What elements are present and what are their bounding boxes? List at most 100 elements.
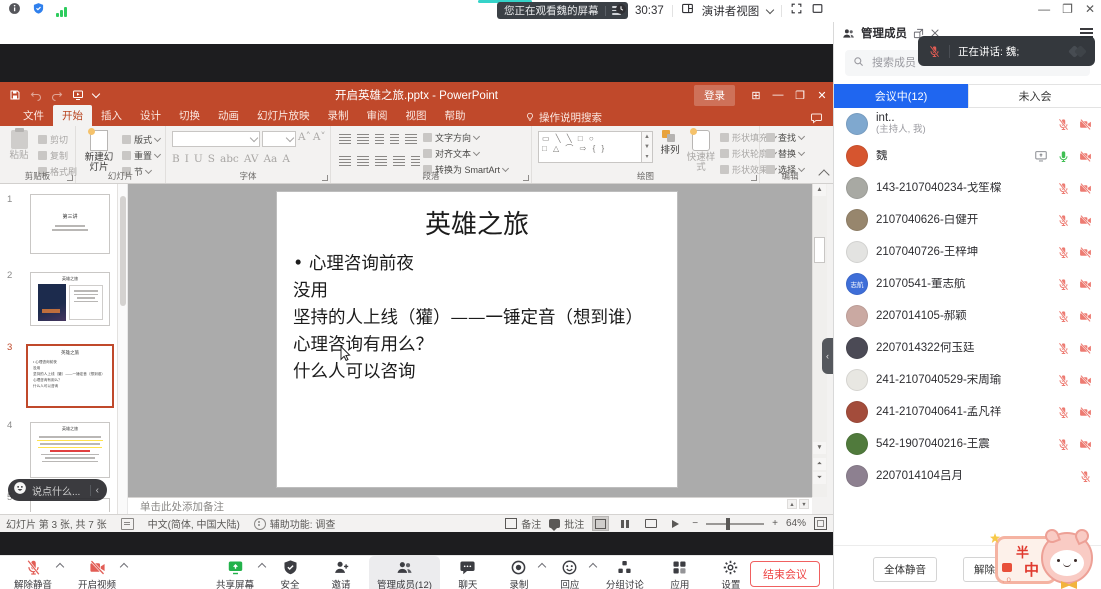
member-row[interactable]: 241-2107040529-宋周瑜: [834, 364, 1101, 396]
member-row[interactable]: 志航 21070541-董志航: [834, 268, 1101, 300]
chevron-up-icon[interactable]: [589, 563, 597, 571]
ribbon-button[interactable]: 版式: [122, 133, 160, 146]
toolbar-button[interactable]: 设置: [708, 556, 754, 589]
redo-icon[interactable]: [51, 89, 63, 101]
ribbon-button[interactable]: 对齐文本: [423, 147, 508, 160]
tab-in-meeting[interactable]: 会议中(12): [834, 84, 968, 108]
camera-off-icon[interactable]: [1079, 118, 1092, 131]
font-style-button[interactable]: S: [208, 153, 215, 165]
zoom-in-button[interactable]: +: [772, 518, 778, 529]
slide-thumbnail-4[interactable]: 英雄之旅: [30, 422, 110, 478]
mic-icon[interactable]: [1057, 118, 1070, 131]
member-row[interactable]: 魏: [834, 140, 1101, 172]
toolbar-button[interactable]: 开启视频: [70, 556, 124, 589]
ppt-menu-tab[interactable]: 帮助: [436, 105, 475, 126]
end-meeting-button[interactable]: 结束会议: [750, 561, 820, 587]
font-style-button[interactable]: U: [194, 153, 203, 165]
font-style-button[interactable]: abc: [220, 153, 239, 165]
ribbon-button[interactable]: 查找: [766, 131, 804, 144]
panel-collapse-handle[interactable]: ‹: [822, 338, 833, 374]
camera-off-icon[interactable]: [1079, 310, 1092, 323]
font-size-select[interactable]: [262, 131, 296, 147]
toolbar-button[interactable]: 安全: [267, 556, 313, 589]
mic-icon[interactable]: [1079, 470, 1092, 483]
zoom-out-button[interactable]: −: [692, 518, 698, 529]
mic-icon[interactable]: [1057, 310, 1070, 323]
ppt-close-button[interactable]: ✕: [811, 82, 833, 108]
ribbon-button[interactable]: 剪切: [38, 133, 77, 146]
new-slide-button[interactable]: 新建幻灯片: [80, 130, 118, 173]
font-style-button[interactable]: B: [172, 153, 180, 165]
ribbon-button[interactable]: 替换: [766, 147, 804, 160]
toolbar-button[interactable]: 回应: [547, 556, 593, 589]
normal-view-button[interactable]: [592, 516, 609, 531]
minimize-button[interactable]: —: [1038, 2, 1050, 16]
alignment-buttons[interactable]: [339, 156, 420, 166]
toolbar-button[interactable]: 录制: [496, 556, 542, 589]
toolbar-button[interactable]: 分组讨论: [598, 556, 652, 589]
restore-button[interactable]: ❐: [1062, 2, 1073, 16]
chevron-up-icon[interactable]: [538, 563, 546, 571]
font-style-button[interactable]: I: [185, 153, 189, 165]
slide-thumbnail-3-selected[interactable]: 英雄之旅 • 心理咨询前夜没用坚持的人上线（獾）——一锤定音（想到谁）心理咨询有…: [26, 344, 114, 408]
toolbar-button[interactable]: 管理成员(12): [369, 556, 440, 589]
chevron-up-icon[interactable]: [56, 563, 64, 571]
mic-icon[interactable]: [1057, 278, 1070, 291]
fit-slide-icon[interactable]: [814, 517, 827, 530]
ribbon-display-icon[interactable]: ⊞: [745, 82, 767, 108]
zoom-slider-thumb[interactable]: [726, 518, 730, 530]
font-style-button[interactable]: AV: [244, 153, 259, 165]
mic-icon[interactable]: [1057, 342, 1070, 355]
zoom-level[interactable]: 64%: [786, 518, 806, 529]
emoji-icon[interactable]: [13, 481, 27, 500]
toolbar-button[interactable]: 应用: [657, 556, 703, 589]
ppt-minimize-button[interactable]: —: [767, 82, 789, 108]
toolbar-button[interactable]: 解除静音: [6, 556, 60, 589]
ppt-menu-tab[interactable]: 文件: [14, 105, 53, 126]
current-slide[interactable]: 英雄之旅 • 心理咨询前夜没用坚持的人上线（獾）——一锤定音（想到谁）心理咨询有…: [277, 192, 677, 487]
mic-icon[interactable]: [1057, 182, 1070, 195]
previous-slide-icon[interactable]: ⏶: [813, 458, 826, 470]
font-style-button[interactable]: A: [282, 153, 290, 165]
slide-thumbnail-1[interactable]: 第三讲: [30, 194, 110, 254]
chevron-up-icon[interactable]: [258, 563, 266, 571]
member-row[interactable]: 2207014105-郝颖: [834, 300, 1101, 332]
member-row[interactable]: 2107040726-王梓坤: [834, 236, 1101, 268]
camera-off-icon[interactable]: [1079, 182, 1092, 195]
camera-off-icon[interactable]: [1079, 214, 1092, 227]
mic-icon[interactable]: [1057, 246, 1070, 259]
mic-icon[interactable]: [1057, 374, 1070, 387]
scroll-down-icon[interactable]: ▼: [813, 442, 826, 454]
quick-chat-bubble[interactable]: 说点什么... ‹: [8, 479, 107, 501]
shrink-font-button[interactable]: A˅: [313, 131, 326, 147]
shapes-gallery-scroll[interactable]: ▲▼▾: [642, 131, 653, 163]
network-signal-icon[interactable]: [56, 6, 67, 17]
ribbon-button[interactable]: 复制: [38, 149, 77, 162]
member-row[interactable]: 241-2107040641-孟凡祥: [834, 396, 1101, 428]
mic-icon[interactable]: [1057, 406, 1070, 419]
toolbar-button[interactable]: 共享屏幕: [208, 556, 262, 589]
popout-window-icon[interactable]: [811, 2, 824, 20]
camera-off-icon[interactable]: [1079, 150, 1092, 163]
save-icon[interactable]: [9, 89, 21, 101]
list-indent-buttons[interactable]: [339, 134, 417, 144]
tellme-search[interactable]: 操作说明搜索: [516, 108, 611, 126]
toolbar-button[interactable]: 邀请: [318, 556, 364, 589]
close-button[interactable]: ✕: [1085, 2, 1095, 16]
view-mode-selector[interactable]: 演讲者视图: [702, 3, 760, 19]
signin-button[interactable]: 登录: [694, 85, 735, 106]
member-row[interactable]: 143-2107040234-戈笙橖: [834, 172, 1101, 204]
toolbar-button[interactable]: 聊天: [445, 556, 491, 589]
watching-screen-banner[interactable]: 您正在观看魏的屏幕: [497, 2, 628, 19]
grow-font-button[interactable]: A˄: [298, 131, 311, 147]
zoom-slider[interactable]: [706, 523, 764, 525]
tab-not-joined[interactable]: 未入会: [968, 84, 1101, 108]
comments-toggle[interactable]: 批注: [549, 516, 584, 531]
ppt-menu-tab[interactable]: 插入: [92, 105, 131, 126]
ribbon-button[interactable]: 文字方向: [423, 131, 508, 144]
camera-off-icon[interactable]: [1079, 342, 1092, 355]
ppt-menu-tab[interactable]: 动画: [209, 105, 248, 126]
member-row[interactable]: 2107040626-白健开: [834, 204, 1101, 236]
camera-off-icon[interactable]: [1079, 278, 1092, 291]
spellcheck-icon[interactable]: [121, 518, 134, 530]
